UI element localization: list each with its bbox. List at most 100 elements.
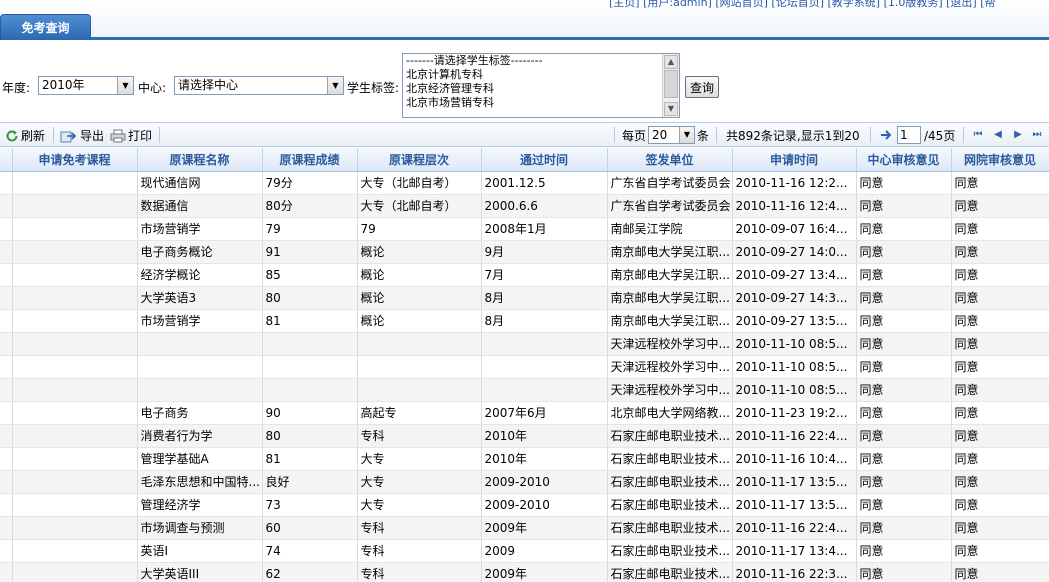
center-select[interactable]: 请选择中心 ▼	[174, 76, 344, 95]
cell-original-level	[357, 355, 482, 379]
table-row[interactable]: 市场营销学 79 79 2008年1月 南邮吴江学院 2010-09-07 16:4...…	[0, 217, 1049, 241]
tag-option[interactable]: 北京经济管理专科	[403, 82, 679, 96]
student-tag-label: 学生标签:	[347, 81, 400, 95]
table-row[interactable]: 管理经济学 73 大专 2009-2010 石家庄邮电职业技术... 2010-11-17…	[0, 493, 1049, 517]
toolbar-divider	[963, 127, 964, 143]
cell-college-review: 同意	[951, 378, 1049, 402]
table-row[interactable]: 电子商务 90 高起专 2007年6月 北京邮电大学网络教... 2010-11-23 1…	[0, 401, 1049, 425]
refresh-button[interactable]: 刷新	[5, 127, 45, 144]
export-button[interactable]: 导出	[60, 127, 104, 144]
table-row[interactable]: 英语I 74 专科 2009 石家庄邮电职业技术... 2010-11-17 13:4..…	[0, 539, 1049, 563]
scroll-thumb[interactable]	[664, 70, 678, 98]
per-page-select[interactable]: 20 ▼	[648, 126, 695, 144]
prev-page-icon[interactable]: ◀	[992, 129, 1004, 141]
table-row[interactable]: 天津远程校外学习中... 2010-11-10 08:5... 同意 同意	[0, 378, 1049, 402]
column-header-original-level[interactable]: 原课程层次	[357, 148, 482, 172]
scroll-up-icon[interactable]: ▲	[664, 55, 678, 69]
column-header-pass-time[interactable]: 通过时间	[481, 148, 608, 172]
cell-original-course: 大学英语3	[137, 286, 263, 310]
row-handle-cell	[0, 171, 13, 195]
center-label: 中心:	[138, 81, 167, 95]
center-select-value: 请选择中心	[178, 78, 239, 92]
cell-original-course: 管理学基础A	[137, 447, 263, 471]
go-page-button[interactable]	[880, 129, 896, 141]
scroll-down-icon[interactable]: ▼	[664, 102, 678, 116]
cell-original-level: 专科	[357, 424, 482, 448]
table-row[interactable]: 数据通信 80分 大专（北邮自考） 2000.6.6 广东省自学考试委员会 2010-11…	[0, 194, 1049, 218]
cell-original-score: 80分	[262, 194, 358, 218]
table-row[interactable]: 管理学基础A 81 大专 2010年 石家庄邮电职业技术... 2010-11-16 10…	[0, 447, 1049, 471]
cell-original-level: 大专（北邮自考）	[357, 171, 482, 195]
cell-center-review: 同意	[856, 539, 952, 563]
cell-original-level: 专科	[357, 516, 482, 540]
column-header-apply-time[interactable]: 申请时间	[732, 148, 857, 172]
cell-pass-time: 2008年1月	[481, 217, 608, 241]
chevron-down-icon: ▼	[327, 77, 343, 94]
row-handle-cell	[0, 470, 13, 494]
cell-pass-time: 7月	[481, 263, 608, 287]
column-header-issuer[interactable]: 签发单位	[607, 148, 733, 172]
year-select[interactable]: 2010年 ▼	[38, 76, 134, 95]
table-row[interactable]: 天津远程校外学习中... 2010-11-10 08:5... 同意 同意	[0, 332, 1049, 356]
cell-apply-time: 2010-11-16 22:4...	[732, 424, 857, 448]
cell-original-score: 79分	[262, 171, 358, 195]
table-row[interactable]: 大学英语III 62 专科 2009年 石家庄邮电职业技术... 2010-11-16 2…	[0, 562, 1049, 582]
column-header-center-review[interactable]: 中心审核意见	[856, 148, 952, 172]
toolbar-divider	[614, 127, 615, 143]
tag-option[interactable]: 北京计算机专科	[403, 68, 679, 82]
cell-college-review: 同意	[951, 309, 1049, 333]
cell-original-level: 概论	[357, 309, 482, 333]
column-header-original-course[interactable]: 原课程名称	[137, 148, 263, 172]
query-button[interactable]: 查询	[685, 76, 719, 98]
row-handle-cell	[0, 194, 13, 218]
cell-issuer: 南邮吴江学院	[607, 217, 733, 241]
cell-original-level: 专科	[357, 562, 482, 582]
tag-option[interactable]: -------请选择学生标签--------	[403, 54, 679, 68]
tag-option[interactable]: 北京市场营销专科	[403, 96, 679, 110]
table-row[interactable]: 现代通信网 79分 大专（北邮自考） 2001.12.5 广东省自学考试委员会 2010-…	[0, 171, 1049, 195]
next-page-icon[interactable]: ▶	[1012, 129, 1024, 141]
table-row[interactable]: 市场营销学 81 概论 8月 南京邮电大学吴江职... 2010-09-27 13:5..…	[0, 309, 1049, 333]
top-header: [主页] [用户:admin] [网站首页] [论坛首页] [教学系统] [1.…	[0, 0, 1049, 40]
row-handle-cell	[0, 424, 13, 448]
toolbar-divider	[716, 127, 717, 143]
page-number-input[interactable]: 1	[897, 126, 921, 144]
table-row[interactable]: 大学英语3 80 概论 8月 南京邮电大学吴江职... 2010-09-27 14:3..…	[0, 286, 1049, 310]
listbox-scrollbar[interactable]: ▲ ▼	[662, 54, 679, 117]
cell-apply-time: 2010-11-23 19:2...	[732, 401, 857, 425]
print-button[interactable]: 打印	[110, 127, 152, 144]
row-handle-cell	[0, 286, 13, 310]
student-tag-listbox[interactable]: -------请选择学生标签-------- 北京计算机专科 北京经济管理专科 …	[402, 53, 680, 118]
table-row[interactable]: 经济学概论 85 概论 7月 南京邮电大学吴江职... 2010-09-27 13:4..…	[0, 263, 1049, 287]
record-summary: 共892条记录,显示1到20	[726, 129, 860, 143]
column-header-original-score[interactable]: 原课程成绩	[262, 148, 358, 172]
first-page-icon[interactable]: ⏮	[972, 129, 984, 141]
table-row[interactable]: 毛泽东思想和中国特... 良好 大专 2009-2010 石家庄邮电职业技术... 201…	[0, 470, 1049, 494]
cell-college-review: 同意	[951, 217, 1049, 241]
row-handle-cell	[0, 217, 13, 241]
table-row[interactable]: 天津远程校外学习中... 2010-11-10 08:5... 同意 同意	[0, 355, 1049, 379]
cell-issuer: 北京邮电大学网络教...	[607, 401, 733, 425]
table-row[interactable]: 电子商务概论 91 概论 9月 南京邮电大学吴江职... 2010-09-27 14:0.…	[0, 240, 1049, 264]
table-row[interactable]: 市场调查与预测 60 专科 2009年 石家庄邮电职业技术... 2010-11-16 2…	[0, 516, 1049, 540]
last-page-icon[interactable]: ⏭	[1031, 129, 1043, 141]
column-header-apply-course[interactable]: 申请免考课程	[12, 148, 138, 172]
cell-center-review: 同意	[856, 470, 952, 494]
cell-center-review: 同意	[856, 516, 952, 540]
cell-pass-time: 2010年	[481, 447, 608, 471]
column-header-college-review[interactable]: 网院审核意见	[951, 148, 1049, 172]
cell-pass-time: 2009年	[481, 516, 608, 540]
cell-original-score	[262, 378, 358, 402]
top-nav-links[interactable]: [主页] [用户:admin] [网站首页] [论坛首页] [教学系统] [1.…	[609, 0, 1049, 8]
cell-issuer: 南京邮电大学吴江职...	[607, 309, 733, 333]
tab-exam-exemption-query[interactable]: 免考查询	[0, 14, 91, 40]
cell-issuer: 广东省自学考试委员会	[607, 194, 733, 218]
row-handle-cell	[0, 539, 13, 563]
cell-original-level: 大专（北邮自考）	[357, 194, 482, 218]
row-handle-cell	[0, 378, 13, 402]
row-handle-cell	[0, 493, 13, 517]
table-row[interactable]: 消费者行为学 80 专科 2010年 石家庄邮电职业技术... 2010-11-16 22…	[0, 424, 1049, 448]
row-header-cell	[0, 148, 13, 172]
cell-apply-time: 2010-11-16 22:3...	[732, 562, 857, 582]
cell-issuer: 石家庄邮电职业技术...	[607, 493, 733, 517]
